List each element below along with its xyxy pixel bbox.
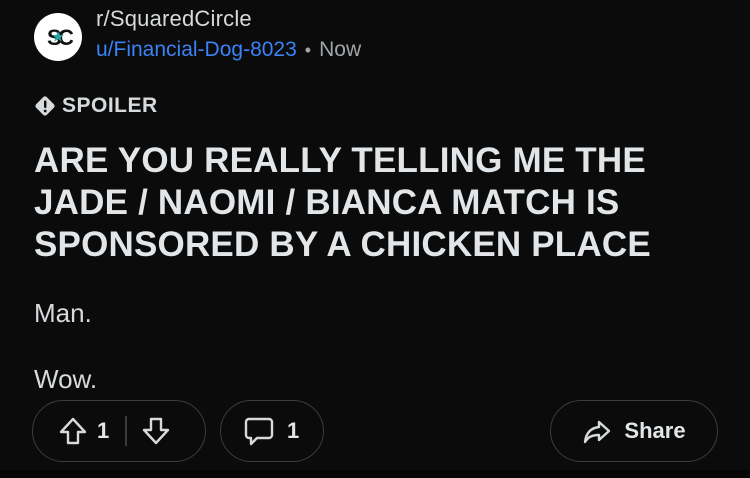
share-label: Share — [624, 418, 686, 443]
spoiler-label: SPOILER — [62, 94, 158, 117]
vote-divider — [125, 416, 127, 446]
comment-button[interactable]: 1 — [220, 400, 324, 462]
vote-control: 1 — [32, 400, 206, 462]
post-title[interactable]: ARE YOU REALLY TELLING ME THE JADE / NAO… — [34, 140, 694, 266]
post-meta: r/SquaredCircle u/Financial-Dog-8023 • N… — [96, 6, 361, 62]
arrow-up-icon[interactable] — [57, 415, 89, 447]
subreddit-name[interactable]: r/SquaredCircle — [96, 6, 361, 32]
warning-diamond-icon — [34, 95, 56, 117]
share-button[interactable]: Share — [550, 400, 718, 462]
squaredcircle-logo-icon: S C — [37, 16, 79, 58]
share-arrow-icon — [582, 416, 612, 446]
spoiler-tag: SPOILER — [34, 94, 158, 118]
subreddit-avatar[interactable]: S C — [34, 13, 82, 61]
comment-bubble-icon — [243, 415, 275, 447]
body-paragraph: Man. — [34, 298, 92, 328]
author-line: u/Financial-Dog-8023 • Now — [96, 38, 361, 62]
arrow-down-icon[interactable] — [139, 414, 173, 448]
post-header: S C r/SquaredCircle u/Financial-Dog-8023… — [34, 6, 361, 72]
vote-count: 1 — [97, 418, 110, 443]
comment-count: 1 — [287, 418, 300, 443]
post-page: S C r/SquaredCircle u/Financial-Dog-8023… — [0, 0, 750, 478]
post-timestamp: Now — [319, 38, 362, 61]
action-bar: 1 1 Share — [32, 400, 718, 464]
author-username[interactable]: u/Financial-Dog-8023 — [96, 38, 297, 62]
body-paragraph: Wow. — [34, 364, 98, 394]
meta-separator: • — [304, 39, 312, 60]
bottom-strip — [0, 470, 750, 478]
